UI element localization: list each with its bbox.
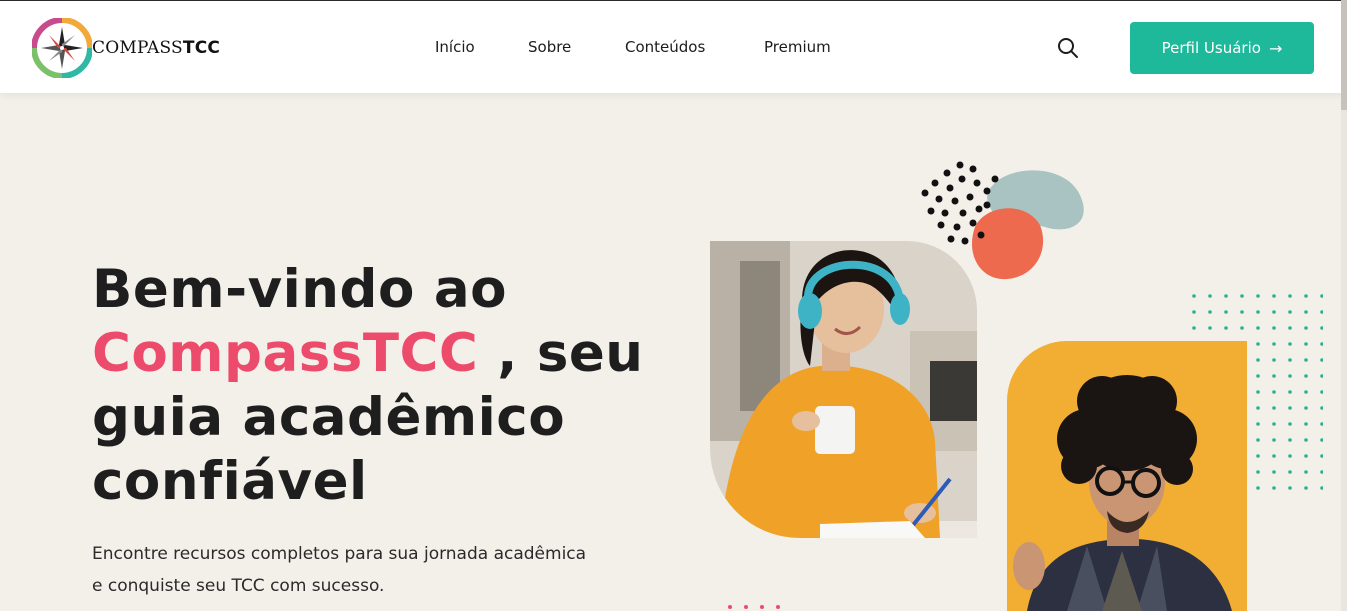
brand-name[interactable]: COMPASSTCC [92, 38, 220, 58]
title-line4: confiável [92, 451, 368, 512]
hero-title: Bem-vindo ao CompassTCC , seu guia acadê… [92, 258, 692, 514]
title-accent: CompassTCC [92, 323, 479, 384]
arrow-right-icon: → [1268, 38, 1283, 58]
nav-inicio[interactable]: Início [435, 38, 475, 56]
pink-dot-row [728, 605, 780, 609]
man-with-glasses-photo [1007, 341, 1247, 611]
page-scrollbar[interactable] [1341, 0, 1347, 611]
title-line3: guia acadêmico [92, 387, 566, 448]
nav-conteudos[interactable]: Conteúdos [625, 38, 705, 56]
top-navbar: COMPASSTCC Início Sobre Conteúdos Premiu… [0, 0, 1347, 93]
perfil-usuario-button[interactable]: Perfil Usuário → [1130, 22, 1314, 74]
nav-premium[interactable]: Premium [764, 38, 831, 56]
scrollbar-thumb[interactable] [1341, 0, 1347, 110]
brand-bold: TCC [182, 38, 221, 58]
search-icon[interactable] [1056, 36, 1080, 60]
student-headphones-photo [710, 241, 977, 538]
title-line2-rest: , seu [478, 323, 644, 384]
title-line1: Bem-vindo ao [92, 259, 507, 320]
compass-logo-icon[interactable] [32, 18, 92, 78]
subtitle-line1: Encontre recursos completos para sua jor… [92, 544, 587, 564]
cta-label: Perfil Usuário [1161, 39, 1261, 57]
hero-subtitle: Encontre recursos completos para sua jor… [92, 538, 652, 602]
nav-sobre[interactable]: Sobre [528, 38, 571, 56]
brand-main: COMPASS [92, 38, 183, 58]
subtitle-line2: e conquiste seu TCC com sucesso. [92, 576, 385, 596]
